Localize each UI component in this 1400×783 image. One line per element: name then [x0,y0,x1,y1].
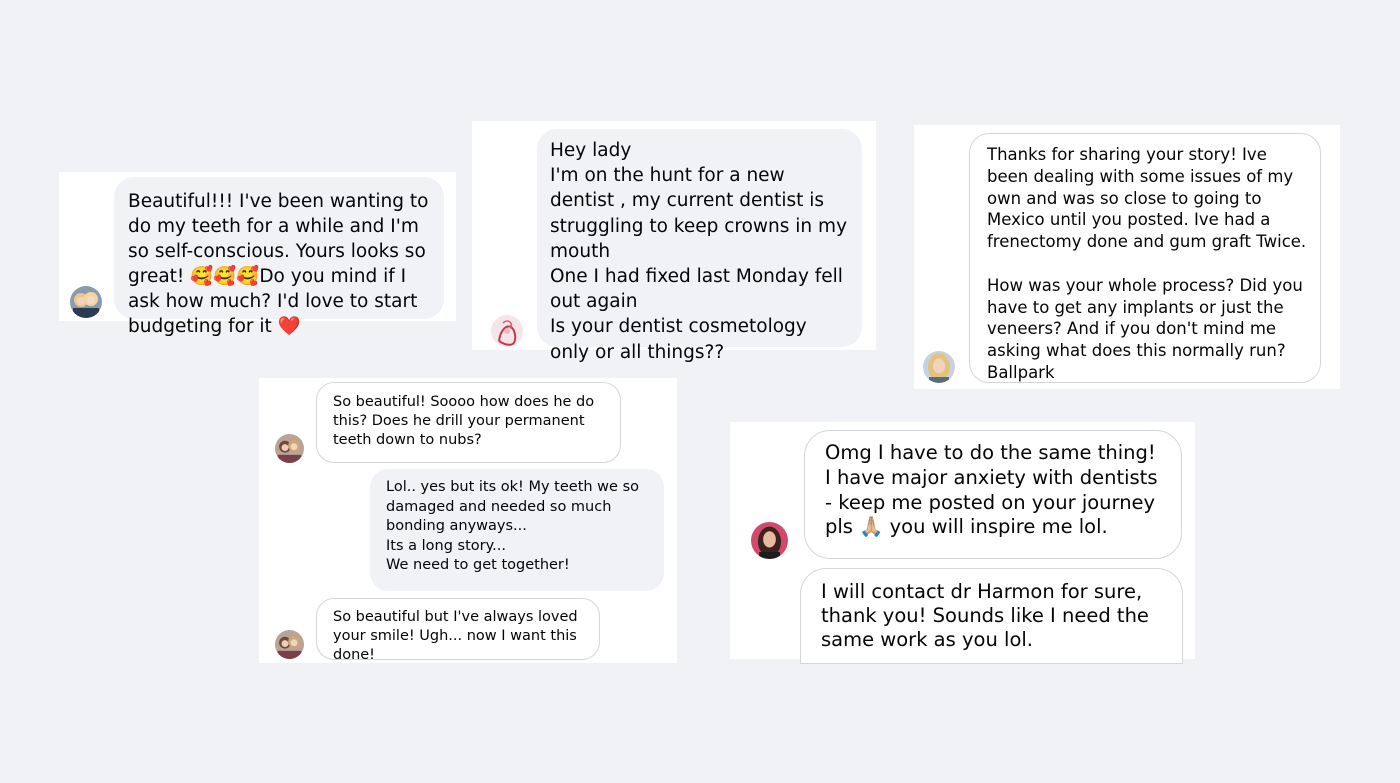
comment-screenshot-1: Beautiful!!! I've been wanting to do my … [59,172,456,337]
message-text: So beautiful! Soooo how does he do this?… [333,394,595,448]
message-bubble: So beautiful! Soooo how does he do this?… [316,382,621,463]
reply-bubble: Lol.. yes but its ok! My teeth we so dam… [370,469,664,591]
message-text: Lol.. yes but its ok! My teeth we so dam… [386,479,639,574]
comment-screenshot-5: Omg I have to do the same thing! I have … [730,422,1195,664]
avatar [275,630,304,659]
avatar-blonde-couple-icon [70,286,102,318]
message-bubble: Hey lady I'm on the hunt for a new denti… [537,129,862,363]
message-bubble: Thanks for sharing your story! Ive been … [969,133,1321,383]
message-bubble: Omg I have to do the same thing! I have … [804,430,1182,559]
message-text: I will contact dr Harmon for sure, thank… [821,580,1149,652]
message-bubble: Beautiful!!! I've been wanting to do my … [114,177,444,337]
avatar-couple-icon [275,630,304,659]
avatar-blonde-woman-icon [923,351,955,383]
message-text: Beautiful!!! I've been wanting to do my … [128,191,429,337]
avatar [751,522,788,559]
avatar-red-sketch-icon [491,315,523,347]
message-bubble: So beautiful but I've always loved your … [316,598,600,663]
comment-screenshot-4: So beautiful! Soooo how does he do this?… [259,378,677,663]
avatar [275,434,304,463]
message-text: Hey lady I'm on the hunt for a new denti… [550,140,848,363]
avatar-brunette-woman-icon [751,522,788,559]
message-text: Thanks for sharing your story! Ive been … [987,145,1307,382]
avatar-couple-icon [275,434,304,463]
message-bubble: I will contact dr Harmon for sure, thank… [800,568,1183,664]
avatar [70,286,102,318]
comment-screenshot-2: Hey lady I'm on the hunt for a new denti… [472,121,876,363]
message-text: Omg I have to do the same thing! I have … [825,441,1158,539]
avatar [491,315,523,347]
message-text: So beautiful but I've always loved your … [333,609,578,663]
avatar [923,351,955,383]
comment-screenshot-3: Thanks for sharing your story! Ive been … [914,125,1340,389]
